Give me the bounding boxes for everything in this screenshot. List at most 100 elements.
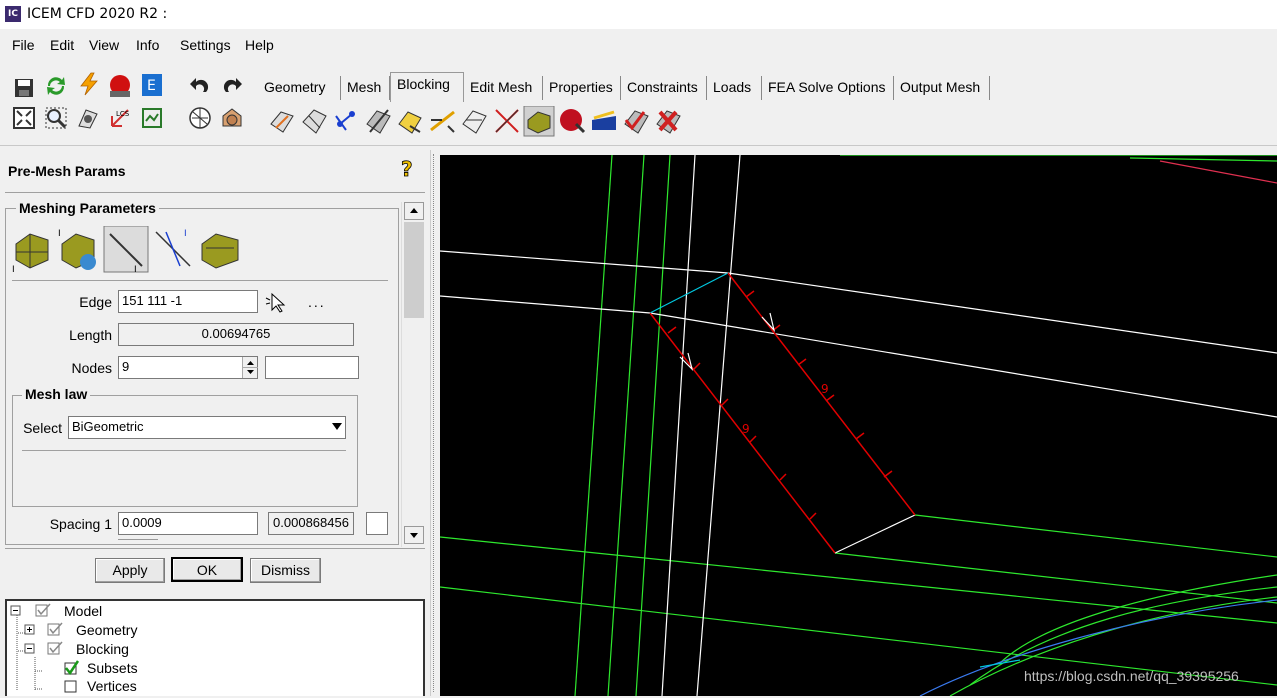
menu-info[interactable]: Info <box>136 37 159 53</box>
edge-params-icon[interactable]: I <box>103 226 149 274</box>
mesh-graphics: 9 9 <box>440 155 1277 696</box>
split-block-icon[interactable] <box>302 109 327 134</box>
transform-blocks-icon[interactable] <box>462 110 487 134</box>
tree-item-geometry[interactable]: Geometry <box>24 622 137 638</box>
menu-settings[interactable]: Settings <box>180 37 231 53</box>
match-edges-icon[interactable]: I <box>155 229 191 267</box>
tab-constraints[interactable]: Constraints <box>621 76 707 100</box>
tab-loads[interactable]: Loads <box>707 76 762 100</box>
svg-text:LCS: LCS <box>116 110 130 118</box>
lightning-icon[interactable] <box>77 72 101 96</box>
length-label: Length <box>69 327 112 343</box>
graphics-viewport[interactable]: 9 9 <box>440 155 1277 696</box>
panel-splitter[interactable] <box>430 150 440 696</box>
tree-item-model[interactable]: Model <box>10 603 102 619</box>
scroll-thumb[interactable] <box>404 222 424 318</box>
meshing-parameters-title: Meshing Parameters <box>16 200 159 216</box>
menu-file[interactable]: File <box>12 37 35 53</box>
save-icon[interactable] <box>12 76 36 100</box>
scroll-down-button[interactable] <box>404 526 424 544</box>
dismiss-button[interactable]: Dismiss <box>250 558 321 583</box>
edit-edge-icon[interactable] <box>495 109 519 133</box>
check-blocks-icon[interactable] <box>624 110 649 134</box>
svg-text:I: I <box>58 229 61 239</box>
pre-mesh-params-panel: Pre-Mesh Params ? Meshing Parameters I I… <box>0 150 430 696</box>
checkbox-checked-icon <box>64 660 80 676</box>
geometry-curve-cyan <box>979 659 1021 668</box>
tree-item-subsets[interactable]: Subsets <box>47 660 138 676</box>
tab-constraints-label: Constraints <box>627 79 698 95</box>
help-icon[interactable]: ? <box>399 158 417 180</box>
splitter-grip <box>433 154 436 692</box>
pre-mesh-quality-icon[interactable] <box>560 109 586 134</box>
associate-icon[interactable] <box>398 111 422 134</box>
menu-help[interactable]: Help <box>245 37 274 53</box>
tree-item-blocking[interactable]: Blocking <box>24 641 129 657</box>
scroll-up-button[interactable] <box>404 202 424 220</box>
block-mesh-setup-icon[interactable]: I <box>58 229 96 270</box>
create-block-icon[interactable] <box>270 111 294 133</box>
zoom-box-icon[interactable] <box>44 106 68 130</box>
move-vertex-icon[interactable] <box>430 110 455 133</box>
tab-geometry[interactable]: Geometry <box>258 76 341 100</box>
apply-button[interactable]: Apply <box>95 558 165 583</box>
local-coord-icon[interactable]: LCS <box>108 106 132 130</box>
tab-fea-solve-options[interactable]: FEA Solve Options <box>762 76 894 100</box>
blocking-toolbar <box>270 106 681 137</box>
record-icon[interactable] <box>108 74 132 98</box>
menu-view[interactable]: View <box>89 37 119 53</box>
spacing1-input[interactable]: 0.0009 <box>118 512 258 535</box>
edge-label: Edge <box>79 294 112 310</box>
tab-loads-label: Loads <box>713 79 752 95</box>
script-icon[interactable]: E <box>140 72 164 96</box>
nodes-label: Nodes <box>71 360 112 376</box>
measure-icon[interactable] <box>76 106 100 130</box>
mesh-law-select[interactable]: BiGeometric <box>68 416 346 439</box>
tab-edit-mesh[interactable]: Edit Mesh <box>464 76 543 100</box>
menu-edit[interactable]: Edit <box>50 37 74 53</box>
wireframe-icon[interactable] <box>188 106 212 130</box>
edge-node-label-2: 9 <box>821 382 829 396</box>
pre-mesh-smooth-icon[interactable] <box>592 110 616 130</box>
tab-blocking-label: Blocking <box>397 76 450 92</box>
merge-vertices-icon[interactable] <box>335 111 355 131</box>
display-icon[interactable] <box>140 106 164 130</box>
ok-button[interactable]: OK <box>171 557 243 582</box>
pre-mesh-params-icon[interactable] <box>523 106 555 137</box>
refresh-icon[interactable] <box>44 74 68 98</box>
tab-mesh-label: Mesh <box>347 79 382 95</box>
delete-block-icon[interactable] <box>656 110 681 134</box>
fit-window-icon[interactable] <box>12 106 36 130</box>
spacing1-checkbox[interactable] <box>366 512 388 535</box>
tree-expand-icon <box>10 603 51 617</box>
checkbox-unchecked-icon <box>64 680 77 693</box>
solid-icon[interactable] <box>220 106 244 130</box>
tree-blocking-label: Blocking <box>76 641 129 657</box>
tab-properties[interactable]: Properties <box>543 76 621 100</box>
mesh-law-divider <box>22 450 346 451</box>
edit-block-icon[interactable] <box>366 109 391 134</box>
scale-sizes-icon[interactable] <box>201 233 239 269</box>
tab-blocking[interactable]: Blocking <box>390 72 464 102</box>
svg-text:I: I <box>134 265 137 274</box>
spacing1-label: Spacing 1 <box>49 516 112 532</box>
tab-output-mesh[interactable]: Output Mesh <box>894 76 990 100</box>
mesh-mode-icons: I I I I <box>12 226 239 274</box>
edge-more-button[interactable]: ... <box>308 294 326 310</box>
undo-icon[interactable] <box>188 74 212 98</box>
panel-scrollbar[interactable] <box>401 202 424 547</box>
nodes-extra-field[interactable] <box>265 356 359 379</box>
edge-input[interactable]: 151 111 -1 <box>118 290 258 313</box>
redo-icon[interactable] <box>220 74 244 98</box>
arrow-up-icon <box>410 208 418 213</box>
svg-text:?: ? <box>401 158 413 180</box>
select-edge-icon[interactable] <box>264 290 290 314</box>
mesh-law-group <box>12 395 358 507</box>
stepper-arrows-icon <box>243 361 258 374</box>
nodes-stepper[interactable] <box>242 357 258 378</box>
nodes-input[interactable]: 9 <box>118 356 258 379</box>
selected-edges <box>649 272 916 554</box>
tab-mesh[interactable]: Mesh <box>341 76 390 100</box>
tree-item-vertices[interactable]: Vertices <box>47 678 137 694</box>
part-mesh-setup-icon[interactable]: I <box>12 233 49 274</box>
